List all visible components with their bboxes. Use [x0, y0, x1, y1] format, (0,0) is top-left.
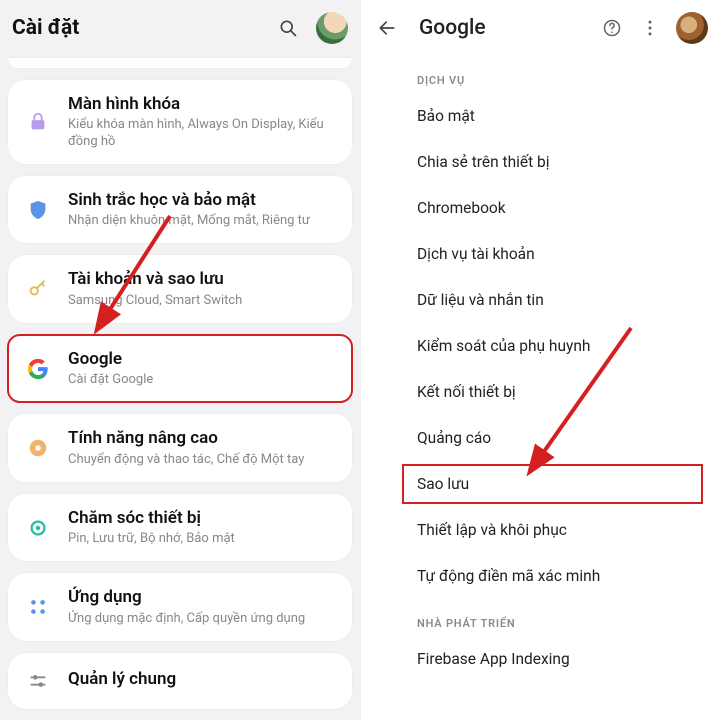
service-item-account-services[interactable]: Dịch vụ tài khoản — [361, 231, 720, 277]
help-icon — [602, 18, 622, 38]
service-item-data-messaging[interactable]: Dữ liệu và nhắn tin — [361, 277, 720, 323]
search-button[interactable] — [274, 14, 302, 42]
settings-item-apps[interactable]: Ứng dụng Ứng dụng mặc định, Cấp quyền ứn… — [8, 573, 352, 641]
item-sub: Cài đặt Google — [68, 372, 336, 388]
item-label: Chia sẻ trên thiết bị — [417, 153, 550, 171]
sliders-icon — [27, 670, 49, 692]
item-title: Tính năng nâng cao — [68, 428, 336, 449]
lock-icon — [27, 111, 49, 133]
settings-item-accounts[interactable]: Tài khoản và sao lưu Samsung Cloud, Smar… — [8, 255, 352, 323]
item-label: Dữ liệu và nhắn tin — [417, 291, 544, 309]
item-label: Kiểm soát của phụ huynh — [417, 337, 590, 355]
service-item-firebase-indexing[interactable]: Firebase App Indexing — [361, 636, 720, 682]
item-sub: Ứng dụng mặc định, Cấp quyền ứng dụng — [68, 611, 336, 627]
google-account-avatar[interactable] — [676, 12, 708, 44]
more-vertical-icon — [640, 18, 660, 38]
item-title: Chăm sóc thiết bị — [68, 508, 336, 529]
service-item-device-connect[interactable]: Kết nối thiết bị — [361, 369, 720, 415]
item-label: Sao lưu — [417, 475, 469, 493]
help-button[interactable] — [598, 14, 626, 42]
item-title: Sinh trắc học và bảo mật — [68, 190, 336, 211]
item-label: Firebase App Indexing — [417, 650, 570, 668]
settings-title: Cài đặt — [12, 16, 274, 40]
shield-icon — [27, 199, 49, 221]
apps-icon — [27, 596, 49, 618]
settings-item-partial-top[interactable] — [8, 58, 352, 68]
service-item-parental[interactable]: Kiểm soát của phụ huynh — [361, 323, 720, 369]
item-label: Kết nối thiết bị — [417, 383, 516, 401]
google-header: Google — [361, 0, 720, 56]
item-title: Google — [68, 349, 336, 370]
gear-badge-icon — [27, 437, 49, 459]
item-label: Chromebook — [417, 199, 506, 217]
profile-avatar[interactable] — [316, 12, 348, 44]
arrow-left-icon — [377, 18, 397, 38]
service-item-setup-restore[interactable]: Thiết lập và khôi phục — [361, 507, 720, 553]
key-icon — [27, 278, 49, 300]
item-label: Thiết lập và khôi phục — [417, 521, 567, 539]
settings-header: Cài đặt — [0, 0, 360, 56]
item-sub: Nhận diện khuôn mặt, Mống mắt, Riêng tư — [68, 213, 336, 229]
google-services-list[interactable]: DỊCH VỤ Bảo mật Chia sẻ trên thiết bị Ch… — [361, 56, 720, 720]
service-item-security[interactable]: Bảo mật — [361, 93, 720, 139]
item-title: Quản lý chung — [68, 669, 336, 690]
developer-section-label: NHÀ PHÁT TRIỂN — [361, 599, 720, 636]
settings-item-devicecare[interactable]: Chăm sóc thiết bị Pin, Lưu trữ, Bộ nhớ, … — [8, 494, 352, 562]
settings-list[interactable]: Màn hình khóa Kiểu khóa màn hình, Always… — [0, 56, 360, 720]
settings-pane: Cài đặt Màn hình khóa Kiểu khóa màn hình… — [0, 0, 360, 720]
item-label: Bảo mật — [417, 107, 475, 125]
service-item-chromebook[interactable]: Chromebook — [361, 185, 720, 231]
item-label: Quảng cáo — [417, 429, 491, 447]
service-item-ads[interactable]: Quảng cáo — [361, 415, 720, 461]
services-section-label: DỊCH VỤ — [361, 56, 720, 93]
item-label: Dịch vụ tài khoản — [417, 245, 535, 263]
item-sub: Kiểu khóa màn hình, Always On Display, K… — [68, 117, 336, 150]
google-settings-pane: Google DỊCH VỤ Bảo mật Chia sẻ trên thiế… — [360, 0, 720, 720]
item-sub: Chuyển động và thao tác, Chế độ Một tay — [68, 452, 336, 468]
item-label: Tự động điền mã xác minh — [417, 567, 600, 585]
google-title: Google — [419, 16, 588, 40]
item-title: Tài khoản và sao lưu — [68, 269, 336, 290]
settings-item-google[interactable]: Google Cài đặt Google — [8, 335, 352, 403]
item-sub: Samsung Cloud, Smart Switch — [68, 293, 336, 309]
search-icon — [278, 18, 298, 38]
service-item-autofill-codes[interactable]: Tự động điền mã xác minh — [361, 553, 720, 599]
back-button[interactable] — [373, 14, 401, 42]
settings-item-biometrics[interactable]: Sinh trắc học và bảo mật Nhận diện khuôn… — [8, 176, 352, 244]
service-item-device-share[interactable]: Chia sẻ trên thiết bị — [361, 139, 720, 185]
service-item-backup[interactable]: Sao lưu — [401, 463, 704, 505]
more-button[interactable] — [636, 14, 664, 42]
settings-item-general[interactable]: Quản lý chung — [8, 653, 352, 709]
settings-item-lockscreen[interactable]: Màn hình khóa Kiểu khóa màn hình, Always… — [8, 80, 352, 164]
item-title: Ứng dụng — [68, 587, 336, 608]
care-icon — [27, 517, 49, 539]
google-g-icon — [27, 358, 49, 380]
item-title: Màn hình khóa — [68, 94, 336, 115]
item-sub: Pin, Lưu trữ, Bộ nhớ, Bảo mật — [68, 531, 336, 547]
settings-item-advanced[interactable]: Tính năng nâng cao Chuyển động và thao t… — [8, 414, 352, 482]
